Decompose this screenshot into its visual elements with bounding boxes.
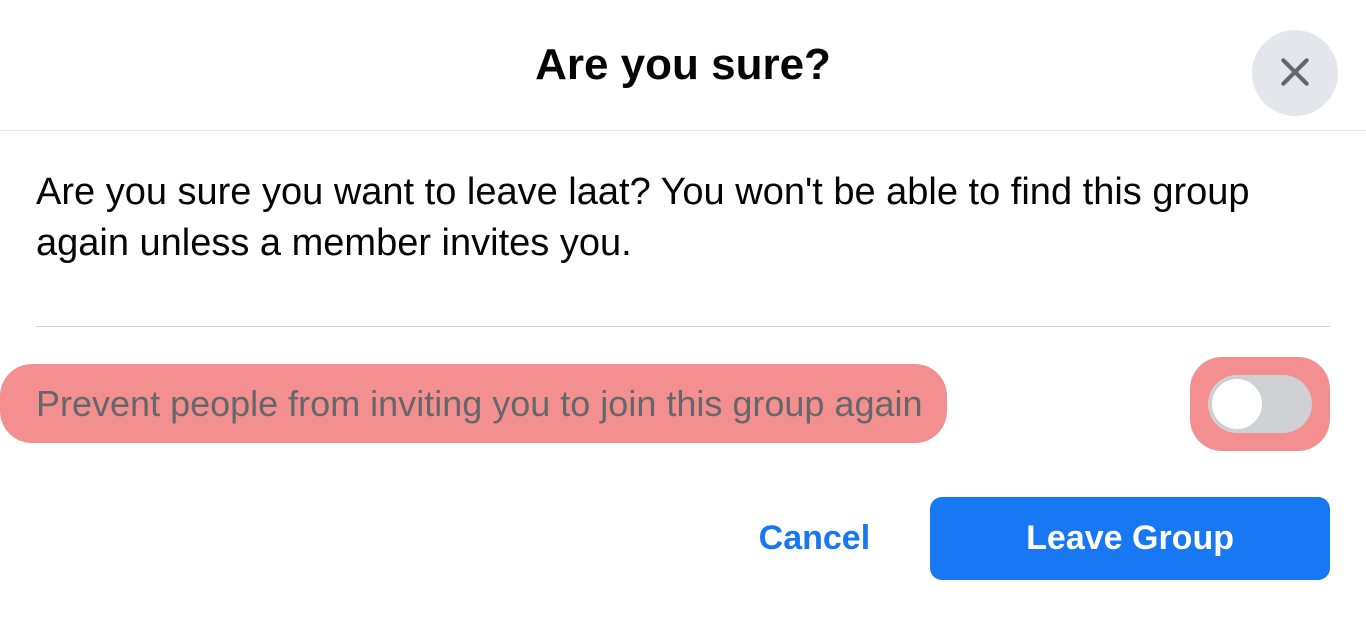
toggle-highlight [1190, 357, 1330, 451]
toggle-knob [1212, 379, 1262, 429]
option-label: Prevent people from inviting you to join… [36, 382, 923, 425]
dialog-body: Are you sure you want to leave laat? You… [0, 131, 1366, 290]
confirm-leave-dialog: Are you sure? Are you sure you want to l… [0, 0, 1366, 620]
option-label-highlight: Prevent people from inviting you to join… [0, 364, 947, 443]
close-icon [1275, 52, 1315, 95]
prevent-invite-toggle[interactable] [1208, 375, 1312, 433]
dialog-message: Are you sure you want to leave laat? You… [36, 167, 1330, 270]
dialog-title: Are you sure? [20, 40, 1346, 90]
dialog-footer: Cancel Leave Group [0, 481, 1366, 620]
leave-group-button[interactable]: Leave Group [930, 497, 1330, 580]
dialog-header: Are you sure? [0, 0, 1366, 131]
prevent-invite-option: Prevent people from inviting you to join… [0, 327, 1366, 481]
close-button[interactable] [1252, 30, 1338, 116]
cancel-button[interactable]: Cancel [723, 497, 907, 580]
